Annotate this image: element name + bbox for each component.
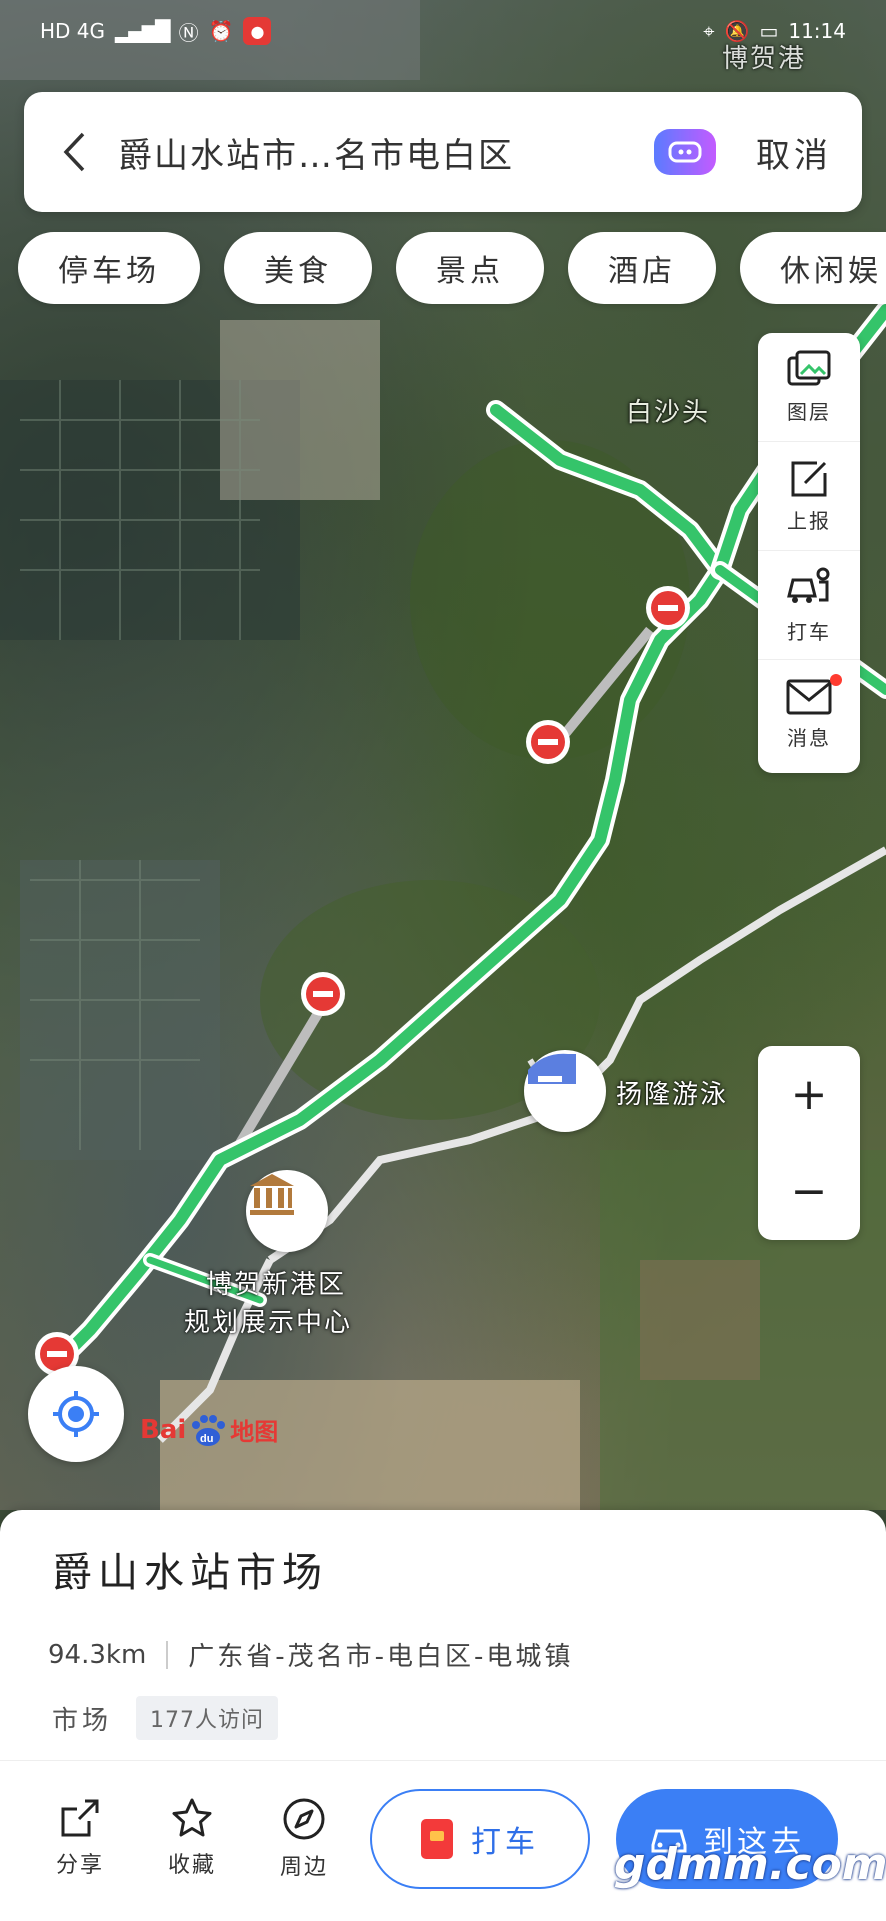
taxi-icon (787, 567, 830, 603)
battery-icon: ▭ (759, 19, 779, 43)
unread-dot (830, 674, 842, 686)
chip-food[interactable]: 美食 (224, 232, 372, 304)
layers-button[interactable]: 图层 (758, 333, 860, 441)
messages-button[interactable]: 消息 (758, 659, 860, 768)
map-label-village: 白沙头 (626, 398, 711, 428)
taxi-button[interactable]: 打车 (370, 1789, 590, 1889)
svg-text:du: du (200, 1433, 213, 1445)
map-label-swimming: 扬隆游泳 (616, 1080, 729, 1110)
cancel-button[interactable]: 取消 (756, 128, 832, 177)
map-layer (0, 0, 886, 1510)
zoom-in-button[interactable]: + (758, 1046, 860, 1143)
chip-scenic[interactable]: 景点 (396, 232, 544, 304)
share-button[interactable]: 分享 (40, 1797, 120, 1879)
report-icon (791, 461, 827, 496)
visits-badge: 177人访问 (136, 1696, 279, 1740)
network-indicator: HD 4G (40, 19, 106, 43)
category-chips: 停车场 美食 景点 酒店 休闲娱 (18, 232, 886, 304)
taxi-tool-button[interactable]: 打车 (758, 550, 860, 659)
place-title: 爵山水站市场 (52, 1550, 328, 1596)
map-label-hall-line1: 博贺新港区 (206, 1270, 347, 1300)
status-bar: HD 4G ▂▄▆█ Ⓝ ⏰ ● ⌖ 🔕 ▭ 11:14 (0, 0, 886, 62)
chip-parking[interactable]: 停车场 (18, 232, 200, 304)
divider (166, 1640, 169, 1669)
zoom-out-button[interactable]: − (758, 1143, 860, 1240)
nfc-icon: Ⓝ (178, 20, 199, 45)
zoom-controls: + − (758, 1046, 860, 1240)
exhibition-hall-icon[interactable] (246, 1170, 328, 1252)
place-info-card[interactable]: 爵山水站市场 94.3km 广东省-茂名市-电白区-电城镇 市场 177人访问 (0, 1510, 886, 1760)
baidu-logo: Bai du 地图 (140, 1414, 279, 1446)
location-icon: ⌖ (703, 19, 715, 43)
baidu-paw-icon: du (192, 1414, 226, 1446)
place-meta: 94.3km 广东省-茂名市-电白区-电城镇 (48, 1636, 573, 1673)
star-icon (172, 1798, 212, 1837)
watermark: gdmm.com (614, 1839, 886, 1890)
swimming-venue-icon[interactable] (524, 1050, 606, 1132)
place-address: 广东省-茂名市-电白区-电城镇 (188, 1642, 574, 1672)
place-distance: 94.3km (48, 1639, 147, 1670)
map-view[interactable]: 白沙头 扬隆游泳 博贺新港区 规划展示中心 博贺港 (0, 0, 886, 1510)
chip-leisure[interactable]: 休闲娱 (740, 232, 886, 304)
signal-icon: ▂▄▆█ (115, 19, 171, 43)
place-category-row: 市场 177人访问 (52, 1696, 279, 1740)
favorite-button[interactable]: 收藏 (152, 1797, 232, 1879)
report-button[interactable]: 上报 (758, 441, 860, 550)
map-tools-panel: 图层 上报 打车 消息 (758, 333, 860, 773)
action-bar: 分享 收藏 周边 打车 到这去 gdmm.com (0, 1760, 886, 1921)
search-query[interactable]: 爵山水站市…名市电白区 (118, 128, 654, 177)
nearby-button[interactable]: 周边 (264, 1797, 344, 1881)
search-bar: 爵山水站市…名市电白区 取消 (24, 92, 862, 212)
crosshair-icon (53, 1391, 99, 1437)
locate-button[interactable] (28, 1366, 124, 1462)
mute-icon: 🔕 (724, 19, 750, 43)
compass-icon (283, 1798, 325, 1840)
chip-hotel[interactable]: 酒店 (568, 232, 716, 304)
red-envelope-icon (421, 1819, 453, 1859)
microphone-icon: ● (243, 17, 272, 45)
layers-icon (787, 350, 831, 385)
back-arrow-icon[interactable] (54, 122, 94, 182)
mail-icon (786, 679, 832, 714)
alarm-icon: ⏰ (208, 19, 234, 43)
voice-assistant-icon[interactable] (654, 129, 716, 175)
clock: 11:14 (788, 19, 846, 43)
place-category: 市场 (52, 1705, 113, 1736)
map-label-hall-line2: 规划展示中心 (184, 1308, 353, 1338)
share-icon (61, 1799, 99, 1837)
